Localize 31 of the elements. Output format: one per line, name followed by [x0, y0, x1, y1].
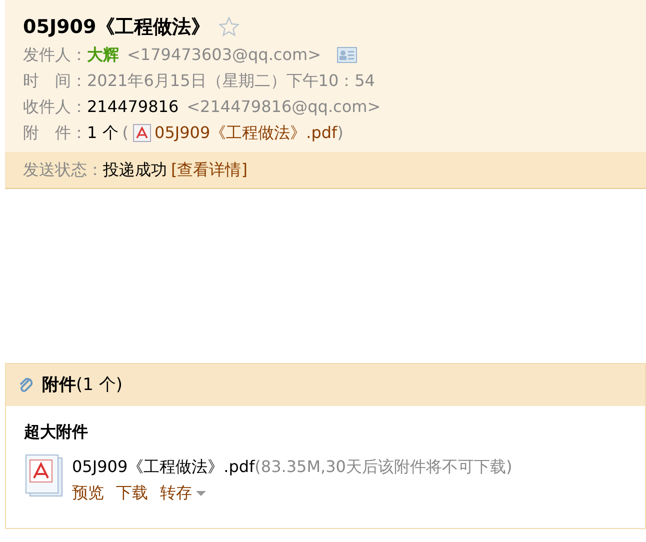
file-info: (83.35M,30天后该附件将不可下载) [254, 457, 512, 476]
contact-card-icon[interactable] [337, 47, 357, 63]
file-action-link[interactable]: 预览 [72, 480, 104, 506]
pdf-icon [132, 124, 151, 142]
file-action-link[interactable]: 转存 [160, 480, 192, 506]
file-action-link[interactable]: 下载 [116, 480, 148, 506]
status-label: 发送状态： [23, 160, 103, 179]
email-subject: 05J909《工程做法》 [23, 15, 210, 40]
group-title: 超大附件 [24, 421, 89, 443]
delivery-status: 投递成功 [103, 160, 167, 179]
parenthesis: ( [122, 122, 129, 144]
field-label: 收件人： [23, 97, 87, 116]
field-label: 时 间： [23, 71, 87, 90]
field-label: 发件人： [23, 44, 87, 66]
recipient-email: <214479816@qq.com> [186, 97, 381, 116]
parenthesis: ) [337, 122, 344, 144]
star-icon[interactable] [218, 16, 240, 38]
paperclip-icon [18, 376, 34, 394]
section-title: 附件 [42, 374, 76, 397]
sender-name: 大辉 [87, 44, 119, 66]
file-name: 05J909《工程做法》.pdf [72, 457, 255, 476]
pdf-file-icon [24, 454, 64, 498]
details-link[interactable]: [查看详情] [171, 160, 248, 179]
section-count: (1 个) [76, 374, 122, 397]
sender-email: <179473603@qq.com> [127, 44, 321, 66]
recipient-name: 214479816 [87, 97, 179, 116]
caret-icon[interactable] [196, 490, 206, 496]
attachment-count: 1 个 [87, 122, 118, 144]
sent-time: 2021年6月15日（星期二）下午10：54 [87, 71, 375, 90]
field-label: 附 件： [23, 122, 87, 144]
attachment-link[interactable]: 05J909《工程做法》.pdf [154, 120, 338, 146]
